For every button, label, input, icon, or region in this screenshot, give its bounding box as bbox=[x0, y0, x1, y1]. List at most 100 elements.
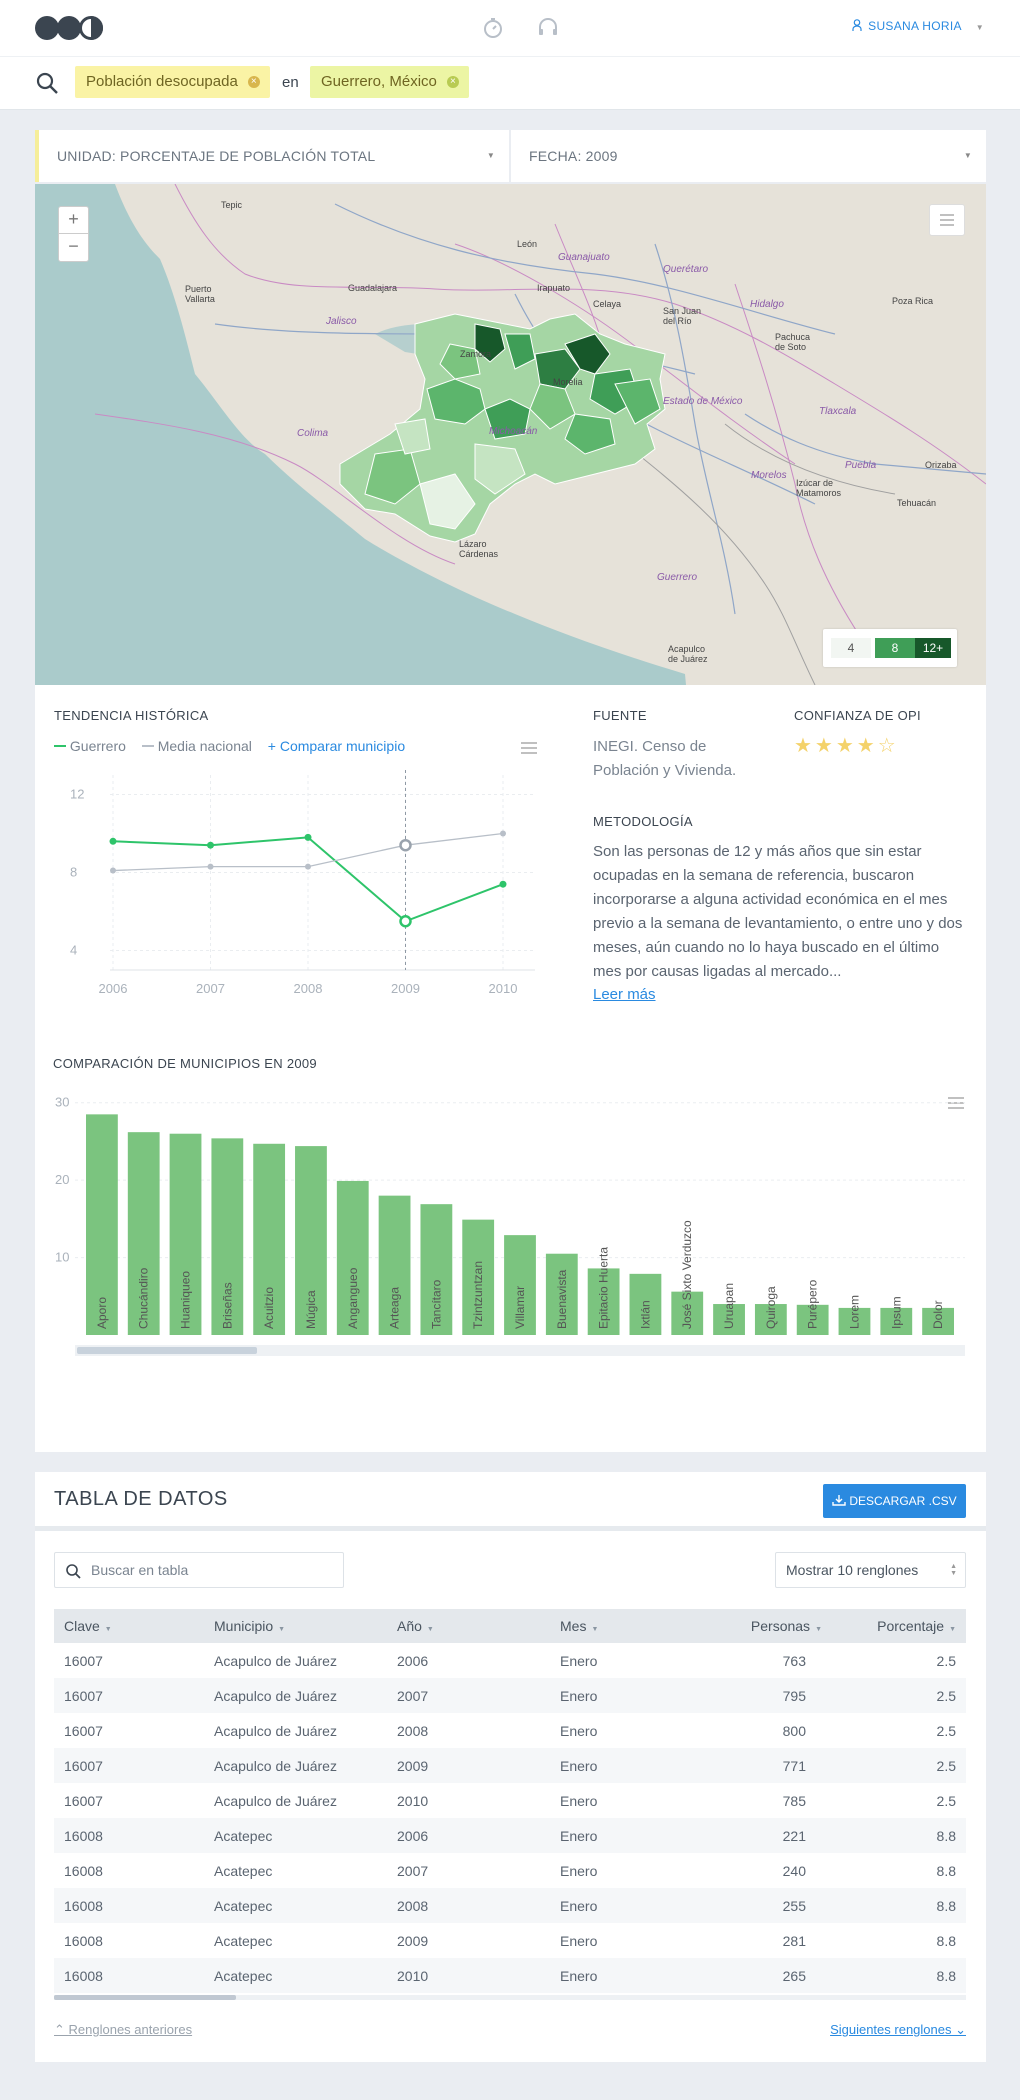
table-row[interactable]: 16008 Acatepec 2006 Enero 221 8.8 bbox=[54, 1818, 966, 1853]
table-row[interactable]: 16007 Acapulco de Juárez 2006 Enero 763 2.5 bbox=[54, 1643, 966, 1678]
prev-rows-link[interactable]: ⌃ Renglones anteriores bbox=[54, 2022, 192, 2038]
table-cell: Enero bbox=[550, 1958, 682, 1993]
rows-per-page-select[interactable]: Mostrar 10 renglones ▲ ▼ bbox=[775, 1552, 966, 1588]
data-point bbox=[207, 863, 214, 870]
compare-title: COMPARACIÓN DE MUNICIPIOS EN 2009 bbox=[53, 1056, 317, 1071]
chip-label: Población desocupada bbox=[86, 73, 238, 90]
column-header[interactable]: Porcentaje ▼ bbox=[832, 1609, 966, 1643]
table-cell: 16007 bbox=[64, 1722, 103, 1739]
x-tick-label: 2009 bbox=[391, 981, 420, 996]
bar-label: Tancítaro bbox=[429, 1279, 443, 1329]
unit-select[interactable]: UNIDAD: PORCENTAJE DE POBLACIÓN TOTAL ▼ bbox=[35, 130, 509, 182]
map-city-label: Morelia bbox=[553, 377, 583, 387]
bar-label: Briseñas bbox=[220, 1282, 234, 1329]
map-city-label: Izúcar de Matamoros bbox=[796, 478, 842, 498]
chevron-down-icon: ▼ bbox=[963, 151, 972, 160]
trend-title: TENDENCIA HISTÓRICA bbox=[54, 708, 209, 723]
map-state-label: Jalisco bbox=[326, 316, 357, 327]
zoom-in-button[interactable]: + bbox=[59, 207, 88, 234]
search-connector: en bbox=[282, 74, 299, 91]
column-header[interactable]: Personas ▼ bbox=[682, 1609, 832, 1643]
x-tick-label: 2006 bbox=[99, 981, 128, 996]
zoom-out-button[interactable]: − bbox=[59, 234, 88, 261]
compare-municipality-link[interactable]: + Comparar municipio bbox=[268, 738, 405, 754]
headset-icon[interactable] bbox=[536, 16, 560, 40]
bar-label: José Sixto Verduzco bbox=[680, 1220, 694, 1329]
download-csv-button[interactable]: DESCARGAR .CSV bbox=[823, 1484, 966, 1518]
table-row[interactable]: 16007 Acapulco de Juárez 2007 Enero 795 2.5 bbox=[54, 1678, 966, 1713]
download-icon bbox=[832, 1495, 847, 1506]
details-panel: TENDENCIA HISTÓRICA Guerrero Media nacio… bbox=[35, 685, 986, 1452]
map-city-label: San Juan del Río bbox=[663, 306, 702, 326]
table-row[interactable]: 16008 Acatepec 2007 Enero 240 8.8 bbox=[54, 1853, 966, 1888]
date-select[interactable]: FECHA: 2009 ▼ bbox=[511, 130, 986, 182]
map-legend: 4 8 12+ bbox=[823, 629, 957, 667]
opi-logo[interactable] bbox=[35, 16, 105, 40]
choropleth-map[interactable]: Tepic León Guanajuato Querétaro Puerto V… bbox=[35, 184, 986, 685]
search-placeholder: Buscar en tabla bbox=[91, 1562, 189, 1578]
next-rows-link[interactable]: Siguientes renglones ⌄ bbox=[830, 2022, 966, 2038]
table-cell: 2010 bbox=[387, 1958, 550, 1993]
table-cell: 785 bbox=[782, 1792, 806, 1809]
table-cell: 16008 bbox=[64, 1932, 103, 1949]
legend-item: 12+ bbox=[915, 638, 951, 658]
column-header[interactable]: Municipio ▼ bbox=[204, 1609, 387, 1643]
table-cell: Enero bbox=[550, 1748, 682, 1783]
timer-icon[interactable] bbox=[481, 16, 505, 40]
data-point bbox=[399, 838, 412, 852]
table-row[interactable]: 16007 Acapulco de Juárez 2010 Enero 785 2.5 bbox=[54, 1783, 966, 1818]
table-cell: 2008 bbox=[387, 1888, 550, 1923]
remove-chip-icon[interactable]: × bbox=[247, 76, 260, 88]
map-state-label: Guanajuato bbox=[558, 252, 610, 263]
legend-swatch-nacional bbox=[141, 745, 154, 747]
column-header[interactable]: Año ▼ bbox=[387, 1609, 550, 1643]
bar-label: Ipsum bbox=[889, 1296, 903, 1329]
chevron-up-icon: ⌃ bbox=[54, 2022, 69, 2037]
date-select-value: FECHA: 2009 bbox=[529, 148, 618, 164]
table-cell: 2006 bbox=[397, 1652, 429, 1669]
bar-label: Uruapan bbox=[722, 1283, 736, 1329]
table-cell: 16008 bbox=[64, 1862, 103, 1879]
table-row[interactable]: 16008 Acatepec 2009 Enero 281 8.8 bbox=[54, 1923, 966, 1958]
legend-nacional[interactable]: Media nacional bbox=[158, 738, 252, 754]
scrollbar-thumb[interactable] bbox=[54, 1995, 236, 2000]
table-search-input[interactable]: Buscar en tabla bbox=[54, 1552, 344, 1588]
search-bar: Población desocupada × en Guerrero, Méxic… bbox=[0, 56, 1020, 110]
search-icon[interactable] bbox=[35, 71, 59, 95]
trend-line-chart[interactable]: 4 8 12 2006 2007 2008 2009 2010 bbox=[35, 770, 555, 1000]
source-text: INEGI. Censo de Población y Vivienda. bbox=[593, 738, 737, 779]
table-cell: Enero bbox=[560, 1652, 598, 1669]
table-cell: Enero bbox=[550, 1888, 682, 1923]
table-cell: Enero bbox=[560, 1932, 598, 1949]
data-point bbox=[109, 837, 117, 845]
column-header[interactable]: Clave ▼ bbox=[54, 1609, 204, 1643]
user-name: SUSANA HORIA bbox=[868, 19, 962, 33]
chart-menu-icon[interactable] bbox=[519, 740, 539, 756]
column-header[interactable]: Mes ▼ bbox=[550, 1609, 682, 1643]
read-more-link[interactable]: Leer más bbox=[593, 986, 656, 1003]
table-scrollbar[interactable] bbox=[54, 1995, 966, 2000]
table-cell: Enero bbox=[550, 1678, 682, 1713]
table-cell: 255 bbox=[682, 1888, 832, 1923]
map-city-label: Irapuato bbox=[537, 283, 571, 293]
search-chip-indicator[interactable]: Población desocupada × bbox=[75, 66, 270, 98]
sort-icon: ▼ bbox=[949, 1626, 956, 1633]
data-table-panel: TABLA DE DATOS DESCARGAR .CSV Buscar en … bbox=[35, 1472, 986, 2062]
sort-icon: ▼ bbox=[426, 1626, 434, 1633]
table-row[interactable]: 16007 Acapulco de Juárez 2009 Enero 771 2.5 bbox=[54, 1748, 966, 1783]
table-row[interactable]: 16008 Acatepec 2008 Enero 255 8.8 bbox=[54, 1888, 966, 1923]
data-point bbox=[304, 833, 312, 841]
table-cell: 2009 bbox=[397, 1932, 429, 1949]
map-city-label: Guadalajara bbox=[348, 283, 398, 293]
map-menu-button[interactable] bbox=[929, 204, 965, 236]
municipality-bar-chart[interactable]: 10 20 30 Aporo Chucándiro Huaniqueo Briseñas Ac… bbox=[35, 1090, 986, 1360]
remove-chip-icon[interactable]: × bbox=[446, 76, 459, 88]
table-cell: Acapulco de Juárez bbox=[214, 1652, 337, 1669]
search-chip-location[interactable]: Guerrero, México × bbox=[310, 66, 469, 98]
table-cell: 281 bbox=[782, 1932, 806, 1949]
table-row[interactable]: 16008 Acatepec 2010 Enero 265 8.8 bbox=[54, 1958, 966, 1993]
user-menu[interactable]: SUSANA HORIA ▼ bbox=[852, 19, 984, 33]
table-row[interactable]: 16007 Acapulco de Juárez 2008 Enero 800 2.5 bbox=[54, 1713, 966, 1748]
legend-guerrero[interactable]: Guerrero bbox=[70, 738, 126, 754]
bar-label: Lorem bbox=[847, 1295, 861, 1329]
